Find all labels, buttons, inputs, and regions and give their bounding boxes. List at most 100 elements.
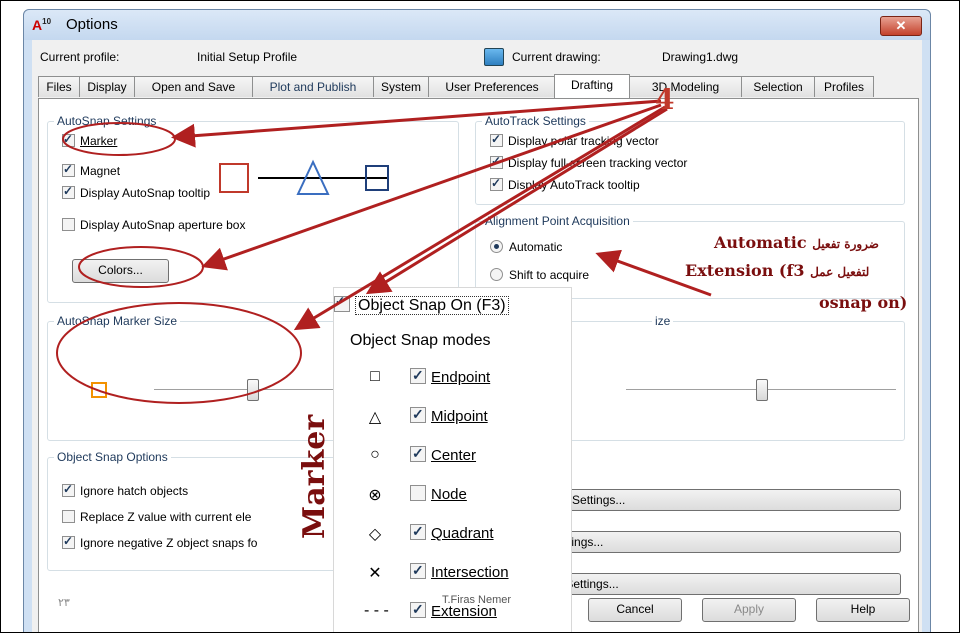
checkbox-fullscreen[interactable] [490,154,503,169]
autosnap-settings-title: AutoSnap Settings [54,114,160,128]
tooltip-settings-button[interactable]: ooltip Settings... [531,489,901,511]
cancel-button[interactable]: Cancel [588,598,682,622]
radio-automatic[interactable] [490,240,503,253]
vertical-marker-label: Marker [297,414,332,539]
object-snap-popup: Object Snap On (F3) Object Snap modes □ E… [333,287,572,632]
checkbox-polar[interactable] [490,132,503,147]
current-drawing-value: Drawing1.dwg [662,50,739,64]
annotation-line-3: osnap on) [819,293,908,312]
endpoint-symbol-icon: □ [370,368,380,385]
tab-profiles[interactable]: Profiles [814,76,874,97]
tab-drafting[interactable]: Drafting [554,74,630,98]
endpoint-checkbox[interactable]: Endpoint [410,367,491,386]
tab-files[interactable]: Files [38,76,80,97]
annotation-line-1: Automatic ضرورة تفعيل [714,233,879,252]
current-drawing-label: Current drawing: [512,50,601,64]
extension-symbol-icon: - - - [364,602,389,619]
profile-row: Current profile: Initial Setup Profile C… [32,48,922,66]
author-credit: T.Firas Nemer [442,594,512,606]
checkbox-extension[interactable] [410,601,426,618]
checkbox-center[interactable] [410,445,426,462]
marker-size-thumb[interactable] [247,379,259,401]
checkbox-quadrant[interactable] [410,523,426,540]
step-number: 4 [655,83,675,116]
current-profile-label: Current profile: [40,50,120,64]
tab-plot-and-publish[interactable]: Plot and Publish [252,76,374,97]
checkbox-aperture[interactable] [62,218,75,231]
node-checkbox[interactable]: Node [410,485,467,503]
ignore-negative-z-checkbox[interactable]: Ignore negative Z object snaps fo [62,534,257,550]
checkbox-marker[interactable] [62,132,75,147]
autotrack-tooltip-checkbox[interactable]: Display AutoTrack tooltip [490,176,640,192]
quadrant-symbol-icon: ◇ [368,526,382,543]
tab-user-preferences[interactable]: User Preferences [428,76,556,97]
center-checkbox[interactable]: Center [410,445,477,464]
intersection-symbol-icon: ✕ [368,565,382,582]
checkbox-replace-z[interactable] [62,510,75,523]
checkbox-endpoint[interactable] [410,367,426,384]
endpoint-label: Endpoint [431,369,491,386]
checkbox-ignore-hatch[interactable] [62,482,75,497]
intersection-checkbox[interactable]: Intersection [410,562,509,581]
node-label: Node [431,486,467,503]
annotation-line-2: Extension (f3 لتفعيل عمل [685,261,870,280]
tab-open-and-save[interactable]: Open and Save [134,76,253,97]
close-button[interactable]: ✕ [880,16,922,36]
checkbox-intersection[interactable] [410,562,426,579]
object-snap-options-title: Object Snap Options [54,450,171,464]
marker-size-preview [91,382,107,398]
aperture-box-checkbox[interactable]: Display AutoSnap aperture box [62,218,245,232]
marker-checkbox[interactable]: Marker [62,132,117,148]
autotrack-settings-title: AutoTrack Settings [482,114,589,128]
help-button[interactable]: Help [816,598,910,622]
screenshot-frame: A10 Options ✕ Current profile: Initial S… [0,0,960,633]
title-bar: A10 Options ✕ [24,10,930,40]
autotrack-settings-group: AutoTrack Settings Display polar trackin… [475,114,905,205]
center-symbol-icon: ○ [370,446,380,463]
quadrant-checkbox[interactable]: Quadrant [410,523,494,542]
marker-preview [219,159,389,195]
apply-button[interactable]: Apply [702,598,796,622]
tab-system[interactable]: System [373,76,429,97]
tab-selection[interactable]: Selection [741,76,815,97]
current-profile-value: Initial Setup Profile [197,50,298,64]
polar-tracking-checkbox[interactable]: Display polar tracking vector [490,132,659,148]
checkbox-ignore-negative-z[interactable] [62,534,75,549]
tab-3d-modeling[interactable]: 3D Modeling [629,76,742,97]
checkbox-autosnap-tooltip[interactable] [62,184,75,199]
autosnap-settings-group: AutoSnap Settings Marker Magnet Display … [47,114,459,303]
intersection-label: Intersection [431,564,509,581]
shift-to-acquire-radio[interactable]: Shift to acquire [490,268,589,282]
magnet-checkbox[interactable]: Magnet [62,162,120,178]
replace-z-checkbox[interactable]: Replace Z value with current ele [62,510,251,524]
close-icon: ✕ [895,18,907,33]
checkbox-autotrack-tooltip[interactable] [490,176,503,191]
camera-glyph-settings-button[interactable]: lyph Settings... [531,573,901,595]
center-label: Center [431,447,477,464]
marker-size-title: AutoSnap Marker Size [54,314,181,328]
fullscreen-tracking-checkbox[interactable]: Display full-screen tracking vector [490,154,687,170]
checkbox-node[interactable] [410,485,426,501]
ignore-hatch-checkbox[interactable]: Ignore hatch objects [62,482,188,498]
alignment-acquisition-title: Alignment Point Acquisition [482,214,633,228]
lights-glyph-settings-button[interactable]: h Settings... [531,531,901,553]
quadrant-label: Quadrant [431,525,494,542]
checkbox-osnap-on[interactable] [334,294,350,312]
colors-button[interactable]: Colors... [72,259,169,283]
checkbox-magnet[interactable] [62,162,75,177]
checkbox-midpoint[interactable] [410,406,426,423]
aperture-size-title: ize [652,314,674,328]
midpoint-checkbox[interactable]: Midpoint [410,406,488,425]
tab-display[interactable]: Display [79,76,135,97]
autosnap-tooltip-checkbox[interactable]: Display AutoSnap tooltip [62,184,210,200]
aperture-size-thumb[interactable] [756,379,768,401]
object-snap-modes-title: Object Snap modes [350,332,491,349]
automatic-radio[interactable]: Automatic [490,240,562,254]
node-symbol-icon: ⊗ [368,487,382,504]
page-number: ٢٣ [58,597,70,609]
autocad-app-icon: A10 [32,17,52,33]
window-title: Options [66,16,118,33]
drawing-icon [484,48,504,66]
object-snap-on-checkbox[interactable]: Object Snap On (F3) [334,294,509,315]
radio-shift[interactable] [490,268,503,281]
